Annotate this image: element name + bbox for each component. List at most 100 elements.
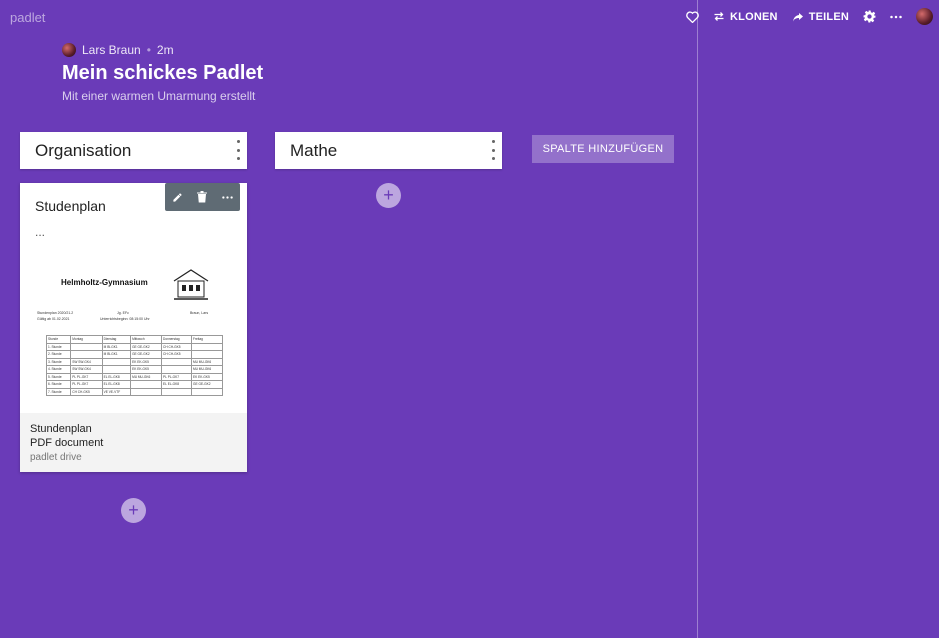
pencil-icon <box>173 192 182 202</box>
post-body: ... <box>35 225 46 239</box>
table-cell: EL EL-GK8 <box>101 380 132 389</box>
preview-grade: Jg. EFc <box>117 311 129 315</box>
table-header-cell: Freitag <box>190 335 224 344</box>
attachment-source: padlet drive <box>30 452 82 463</box>
plus-icon: + <box>128 500 139 520</box>
table-cell: CH CH-GK5 <box>70 387 103 396</box>
column-menu-icon[interactable] <box>490 140 496 160</box>
school-building-logo <box>173 269 209 300</box>
table-header-cell: Donnerstag <box>161 335 192 344</box>
column-menu-icon[interactable] <box>235 140 241 160</box>
preview-line2: Gültig ab 01.02.2021 <box>37 317 70 321</box>
table-cell: GE GE-GK2 <box>130 342 163 351</box>
share-arrow-icon <box>792 12 803 21</box>
table-cell <box>161 365 192 374</box>
table-cell <box>130 387 163 396</box>
table-cell <box>101 357 132 366</box>
edit-button[interactable] <box>172 192 183 203</box>
share-button[interactable]: TEILEN <box>792 11 849 23</box>
clone-button[interactable]: KLONEN <box>713 11 778 23</box>
table-cell: 5. Stunde <box>45 372 72 381</box>
table-row: 3. Stunde SW SW-GK4 EK EK-GK5 MU MU-GK6 <box>45 357 224 366</box>
attachment-info[interactable]: Stundenplan PDF document padlet drive <box>20 413 247 472</box>
table-cell: VE VE-VTF <box>101 387 132 396</box>
column-title: Organisation <box>35 140 132 160</box>
delete-button[interactable] <box>197 191 208 203</box>
separator-dot: • <box>146 43 151 57</box>
more-icon <box>222 195 233 199</box>
attachment-type: PDF document <box>30 437 104 449</box>
plus-icon: + <box>383 185 394 205</box>
table-row: 2. Stunde M BI-GK1 GE GE-GK2 CH CH-GK5 <box>45 350 224 359</box>
table-cell <box>161 387 192 396</box>
attachment-preview[interactable]: Helmholtz-Gymnasium Stundenplan 2020/21.… <box>20 251 247 413</box>
padlet-logo[interactable]: padlet <box>10 10 45 25</box>
add-post-button-organisation[interactable]: + <box>121 498 146 523</box>
more-options-button[interactable] <box>222 195 233 199</box>
gear-icon <box>863 10 876 23</box>
column-header-organisation[interactable]: Organisation <box>20 132 247 169</box>
table-cell <box>70 350 103 359</box>
table-cell <box>190 350 224 359</box>
table-cell <box>190 387 224 396</box>
top-toolbar: KLONEN TEILEN <box>686 8 933 25</box>
clone-label: KLONEN <box>730 10 778 23</box>
author-line: Lars Braun • 2m <box>62 43 174 57</box>
table-cell: EL EL-GK8 <box>161 380 192 389</box>
table-row: 7. Stunde CH CH-GK5 VE VE-VTF <box>45 387 224 396</box>
table-cell: SW SW-GK4 <box>70 365 103 374</box>
table-cell: MU MU-GK6 <box>190 365 224 374</box>
table-cell: M BI-GK1 <box>101 342 132 351</box>
padlet-title: Mein schickes Padlet <box>62 62 264 84</box>
user-avatar[interactable] <box>916 8 933 25</box>
panel-divider <box>697 0 698 638</box>
table-cell: EK EK-GK5 <box>190 372 224 381</box>
table-cell: PL PL-GK7 <box>161 372 192 381</box>
table-header-cell: Dienstag <box>101 335 132 344</box>
table-cell: 3. Stunde <box>45 357 72 366</box>
table-cell: MU MU-GK6 <box>130 372 163 381</box>
more-button[interactable] <box>890 15 902 19</box>
table-cell: 1. Stunde <box>45 342 72 351</box>
settings-button[interactable] <box>863 10 876 23</box>
table-cell <box>161 357 192 366</box>
table-cell: GE GE-GK2 <box>130 350 163 359</box>
table-cell: 7. Stunde <box>45 387 72 396</box>
preview-start: Unterrichtsbeginn: 08:15:00 Uhr <box>100 317 150 321</box>
column-title: Mathe <box>290 140 338 160</box>
table-row: 6. Stunde PL PL-GK7 EL EL-GK8 EL EL-GK8 GE G… <box>45 380 224 389</box>
table-cell: GE GE-GK2 <box>190 380 224 389</box>
add-column-button[interactable]: SPALTE HINZUFÜGEN <box>532 135 674 163</box>
preview-school-name: Helmholtz-Gymnasium <box>61 278 148 287</box>
table-header-cell: Stunde <box>45 335 72 344</box>
table-header-cell: Montag <box>70 335 103 344</box>
table-cell: 6. Stunde <box>45 380 72 389</box>
more-icon <box>890 15 902 18</box>
share-label: TEILEN <box>808 10 849 23</box>
author-avatar <box>62 43 76 57</box>
post-age: 2m <box>156 43 174 57</box>
table-cell: CH CH-GK5 <box>161 342 192 351</box>
post-card[interactable]: Studenplan ... Helmholtz-Gymnasium Stund… <box>20 183 247 472</box>
heart-icon <box>686 10 699 23</box>
table-cell: CH CH-GK5 <box>161 350 192 359</box>
table-cell: MU MU-GK6 <box>190 357 224 366</box>
table-row: 5. Stunde PL PL-GK7 EL EL-GK8 MU MU-GK6 PL P… <box>45 372 224 381</box>
table-row: 1. Stunde M BI-GK1 GE GE-GK2 CH CH-GK5 <box>45 342 224 351</box>
table-cell: PL PL-GK7 <box>70 380 103 389</box>
attachment-name: Stundenplan <box>30 423 92 435</box>
table-cell: 4. Stunde <box>45 365 72 374</box>
table-cell: PL PL-GK7 <box>70 372 103 381</box>
add-post-button-mathe[interactable]: + <box>376 183 401 208</box>
trash-icon <box>197 191 208 203</box>
table-row: Stunde Montag Dienstag Mittwoch Donnerst… <box>45 335 224 344</box>
column-header-mathe[interactable]: Mathe <box>275 132 502 169</box>
author-name: Lars Braun <box>82 43 141 57</box>
table-cell <box>101 365 132 374</box>
like-button[interactable] <box>686 10 699 23</box>
table-cell: SW SW-GK4 <box>70 357 103 366</box>
table-cell <box>70 342 103 351</box>
post-action-toolbar <box>165 183 240 211</box>
table-cell: EK EK-GK5 <box>130 357 163 366</box>
table-cell: 2. Stunde <box>45 350 72 359</box>
